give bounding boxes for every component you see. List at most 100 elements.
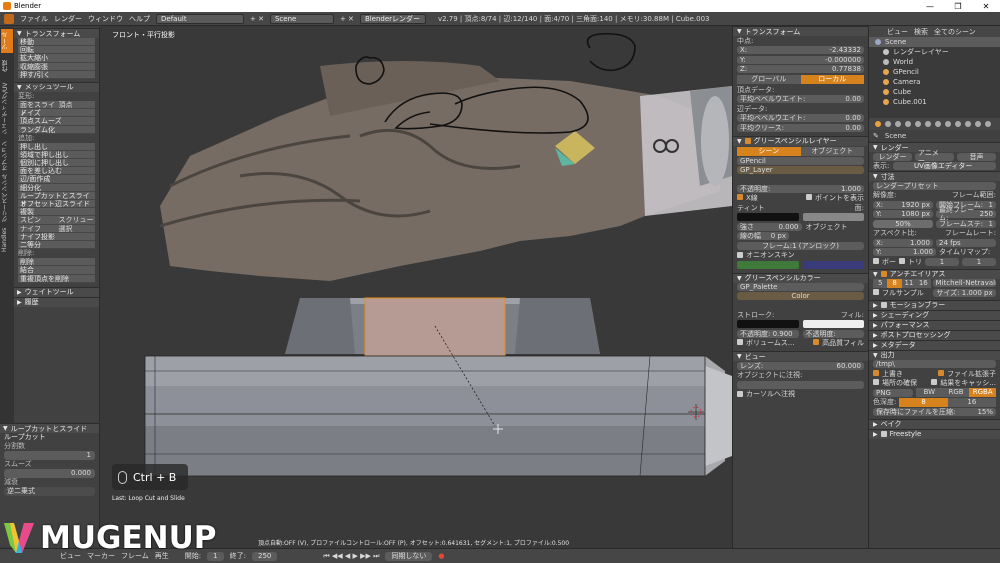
make-edge-face-button[interactable]: 辺/面作成 — [18, 175, 95, 184]
color-depth-8[interactable]: 8 — [899, 397, 948, 407]
end-frame-field[interactable]: 最終フレーム: 250 — [936, 206, 996, 222]
panel-weight-tools[interactable]: ▶ ウェイトツール — [14, 286, 99, 297]
3d-viewport[interactable]: フロント・平行投影 Ctrl + B Last: Loop Cut and Sl… — [100, 26, 732, 548]
props-transform-header[interactable]: ▼ トランスフォーム — [733, 26, 868, 36]
smoothness-field[interactable]: 0.000 — [4, 469, 95, 478]
performance-header[interactable]: ▶ パフォーマンス — [869, 319, 1000, 330]
median-z-field[interactable]: Z: 0.77838 — [737, 65, 864, 74]
frame-step-field[interactable]: フレームステ: 1 — [936, 219, 996, 228]
end-field[interactable]: 250 — [251, 551, 278, 561]
file-ext-check[interactable]: ファイル拡張子 — [938, 369, 996, 379]
palette-datablock[interactable]: GP_Palette — [737, 283, 864, 292]
median-x-field[interactable]: X: -2.43332 — [737, 46, 864, 55]
randomize-button[interactable]: ランダム化 — [18, 125, 95, 134]
add-scene-icon[interactable]: + ✕ — [340, 15, 354, 23]
gp-scene-toggle[interactable]: シーン — [737, 146, 801, 156]
gp-color-header[interactable]: ▼ グリースペンシルカラー — [733, 272, 868, 283]
aa-checkbox[interactable] — [880, 271, 887, 277]
placeholders-check[interactable]: 場所の確保 — [873, 378, 917, 388]
bake-header[interactable]: ▶ ベイク — [869, 418, 1000, 429]
subdivide-button[interactable]: 細分化 — [18, 183, 95, 192]
pin-icon[interactable]: ✎ — [873, 132, 879, 140]
close-button[interactable]: ✕ — [972, 2, 1000, 11]
aa-sample-5[interactable]: 5 — [873, 278, 888, 288]
tab-handles[interactable]: Handles — [1, 225, 13, 255]
remove-doubles-button[interactable]: 重複頂点を削除 — [18, 274, 95, 283]
knife-button[interactable]: ナイフ — [18, 225, 57, 233]
render-audio-button[interactable]: 音声 — [957, 152, 996, 161]
tab-tools[interactable]: ツール — [1, 29, 13, 53]
volumetric-check[interactable]: ボリュームス... — [737, 338, 794, 348]
res-percent-field[interactable]: 50% — [873, 219, 933, 228]
aa-sample-16[interactable]: 16 — [916, 278, 931, 288]
frame-color-swatch[interactable] — [802, 213, 864, 222]
output-path-field[interactable]: /tmp\ — [873, 360, 996, 369]
onion-checkbox[interactable] — [737, 252, 743, 259]
outliner-item-world[interactable]: World — [869, 57, 1000, 67]
panel-history[interactable]: ▶ 履歴 — [14, 296, 99, 307]
constraints-tab-icon[interactable] — [925, 121, 931, 127]
tab-shading-uv[interactable]: シェーディング/UV — [1, 79, 13, 139]
aa-size-field[interactable]: サイズ: 1.000 px — [933, 288, 996, 297]
smooth-vertex-button[interactable]: 頂点スムーズ — [18, 117, 95, 126]
outliner-item-scene[interactable]: Scene — [869, 37, 1000, 47]
gp-layer-item[interactable]: GP_Layer — [737, 166, 864, 174]
tint-color-swatch[interactable] — [737, 213, 799, 222]
opacity-field[interactable]: 不透明度: 1.000 — [737, 184, 864, 193]
onion-after-color[interactable] — [802, 260, 864, 269]
fill-opacity-field[interactable]: 不透明度: — [802, 329, 864, 338]
global-toggle[interactable]: グローバル — [737, 75, 801, 84]
aspect-y-field[interactable]: Y: 1.000 — [873, 248, 936, 257]
sync-select[interactable]: 同期しない — [385, 551, 433, 561]
tab-options[interactable]: オプション — [1, 141, 13, 171]
metadata-header[interactable]: ▶ メタデータ — [869, 339, 1000, 350]
onion-before-color[interactable] — [737, 260, 799, 269]
border-check[interactable]: ボー — [873, 257, 896, 267]
outliner-item-renderlayers[interactable]: レンダーレイヤー — [869, 47, 1000, 57]
screen-layout-select[interactable]: Default — [156, 13, 244, 24]
motion-blur-checkbox[interactable] — [880, 302, 887, 308]
render-anim-button[interactable]: アニメー... — [915, 149, 954, 165]
spin-button[interactable]: スピン — [18, 216, 57, 224]
crease-field[interactable]: 平均クリース: 0.00 — [737, 123, 864, 132]
screw-button[interactable]: スクリュー — [57, 216, 96, 224]
merge-button[interactable]: 結合 — [18, 266, 95, 275]
view-header[interactable]: ▼ ビュー — [733, 351, 868, 361]
res-x-field[interactable]: X: 1920 px — [873, 200, 933, 209]
gp-object-toggle[interactable]: オブジェクト — [800, 146, 864, 156]
material-tab-icon[interactable] — [955, 121, 961, 127]
lock-cursor-checkbox[interactable] — [737, 391, 743, 398]
tab-grease-pencil[interactable]: グリースペンシル — [1, 173, 13, 223]
outliner-item-gpencil[interactable]: GPencil — [869, 67, 1000, 77]
color-depth-16[interactable]: 16 — [947, 397, 997, 407]
push-pull-button[interactable]: 押す/引く — [18, 70, 95, 79]
tab-create[interactable]: 作成 — [1, 55, 13, 77]
gpencil-datablock[interactable]: GPencil — [737, 157, 864, 166]
falloff-select[interactable]: 逆二乗式 — [4, 487, 95, 496]
frame-lock-button[interactable]: フレーム:1 (アンロック) — [737, 241, 864, 250]
panel-mesh-tools[interactable]: ▼ メッシュツール — [14, 81, 99, 92]
object-tab-icon[interactable] — [915, 121, 921, 127]
cache-result-check[interactable]: 結果をキャッシ... — [931, 378, 996, 388]
stroke-color-swatch[interactable] — [737, 320, 799, 329]
outliner-view-menu[interactable]: ビュー — [887, 27, 908, 37]
dimensions-header[interactable]: ▼ 寸法 — [869, 171, 1000, 181]
extrude-button[interactable]: 押し出し — [18, 142, 95, 151]
overwrite-check[interactable]: 上書き — [873, 369, 903, 379]
aa-sample-11[interactable]: 11 — [901, 278, 917, 288]
world-tab-icon[interactable] — [905, 121, 911, 127]
fps-select[interactable]: 24 fps — [936, 238, 996, 247]
motion-blur-header[interactable]: ▶ モーションブラー — [869, 299, 1000, 310]
gp-layer-checkbox[interactable] — [744, 138, 751, 144]
aa-filter-select[interactable]: Mitchell-Netravali — [932, 279, 996, 288]
translate-button[interactable]: 移動 — [18, 38, 95, 47]
color-item[interactable]: Color — [737, 292, 864, 300]
edge-slide-button[interactable]: 面をスライド — [18, 101, 57, 117]
menu-render[interactable]: レンダー — [54, 14, 82, 24]
minimize-button[interactable]: — — [916, 2, 944, 11]
outliner-item-cube[interactable]: Cube — [869, 87, 1000, 97]
res-y-field[interactable]: Y: 1080 px — [873, 210, 933, 219]
modifiers-tab-icon[interactable] — [935, 121, 941, 127]
vertex-slide-button[interactable]: 頂点 — [57, 101, 96, 109]
add-layout-icon[interactable]: + ✕ — [250, 15, 264, 23]
